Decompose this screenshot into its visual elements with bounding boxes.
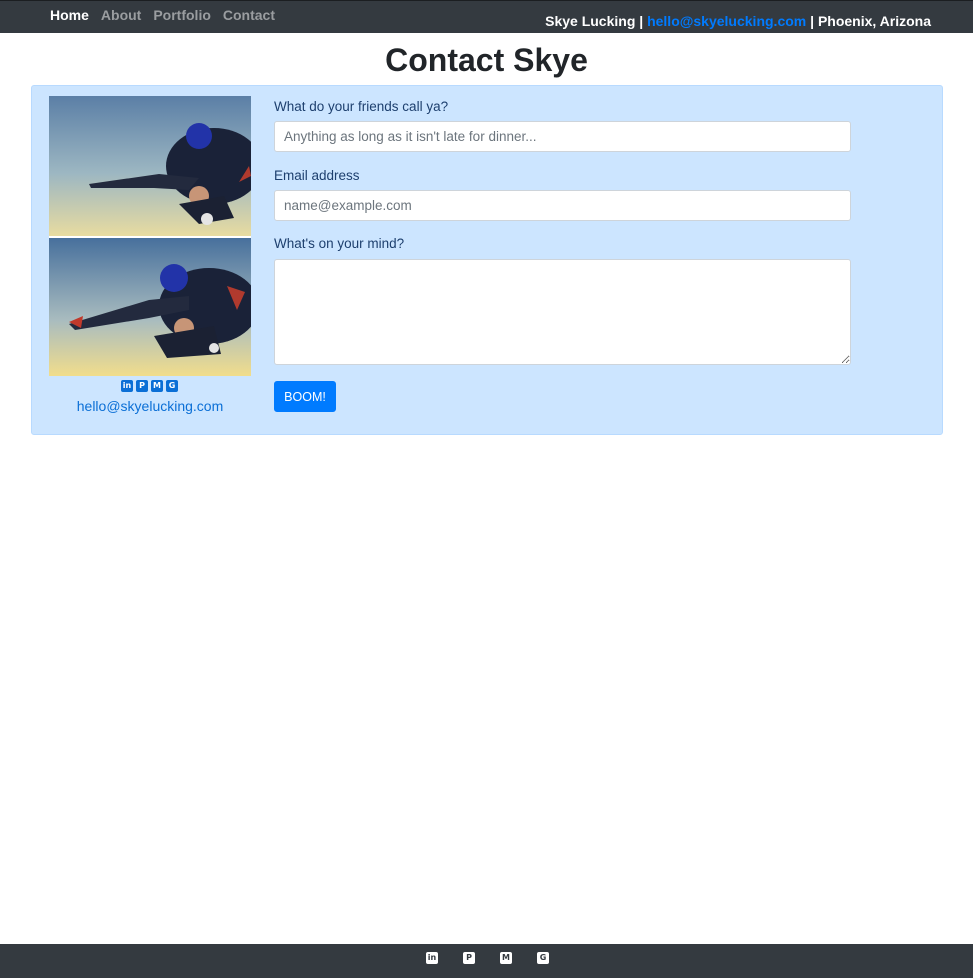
nav-separator: | — [639, 13, 644, 29]
footer: in P M G — [0, 944, 973, 978]
message-textarea[interactable] — [274, 259, 851, 365]
nav-link-contact[interactable]: Contact — [223, 7, 275, 23]
contact-card: in P M G hello@skyelucking.com What do y… — [31, 85, 943, 435]
card-email-link[interactable]: hello@skyelucking.com — [49, 398, 251, 414]
nav-separator: | — [810, 13, 815, 29]
nav-link-about[interactable]: About — [101, 7, 141, 23]
nav-link-portfolio[interactable]: Portfolio — [153, 7, 211, 23]
github-icon[interactable]: G — [166, 380, 178, 392]
nav-contact-info: Skye Lucking | hello@skyelucking.com | P… — [545, 13, 931, 29]
nav-links: Home About Portfolio Contact — [50, 7, 287, 23]
name-input[interactable] — [274, 121, 851, 152]
skydiving-photo — [49, 96, 251, 376]
pinterest-icon[interactable]: P — [463, 952, 475, 964]
page-title: Contact Skye — [385, 42, 588, 78]
email-label: Email address — [274, 168, 360, 183]
medium-icon[interactable]: M — [500, 952, 512, 964]
linkedin-icon[interactable]: in — [121, 380, 133, 392]
top-navbar: Home About Portfolio Contact Skye Luckin… — [0, 0, 973, 33]
linkedin-icon[interactable]: in — [426, 952, 438, 964]
nav-location: Phoenix, Arizona — [817, 13, 931, 29]
pinterest-icon[interactable]: P — [136, 380, 148, 392]
nav-email-link[interactable]: hello@skyelucking.com — [647, 13, 806, 29]
message-label: What's on your mind? — [274, 236, 405, 251]
submit-button[interactable]: BOOM! — [274, 381, 336, 412]
social-links: in P M G — [121, 380, 178, 392]
email-input[interactable] — [274, 190, 851, 221]
medium-icon[interactable]: M — [151, 380, 163, 392]
github-icon[interactable]: G — [537, 952, 549, 964]
footer-social-links: in P M G — [426, 952, 549, 964]
name-label: What do your friends call ya? — [274, 99, 449, 114]
nav-owner-name: Skye Lucking — [545, 13, 636, 29]
nav-link-home[interactable]: Home — [50, 7, 89, 23]
